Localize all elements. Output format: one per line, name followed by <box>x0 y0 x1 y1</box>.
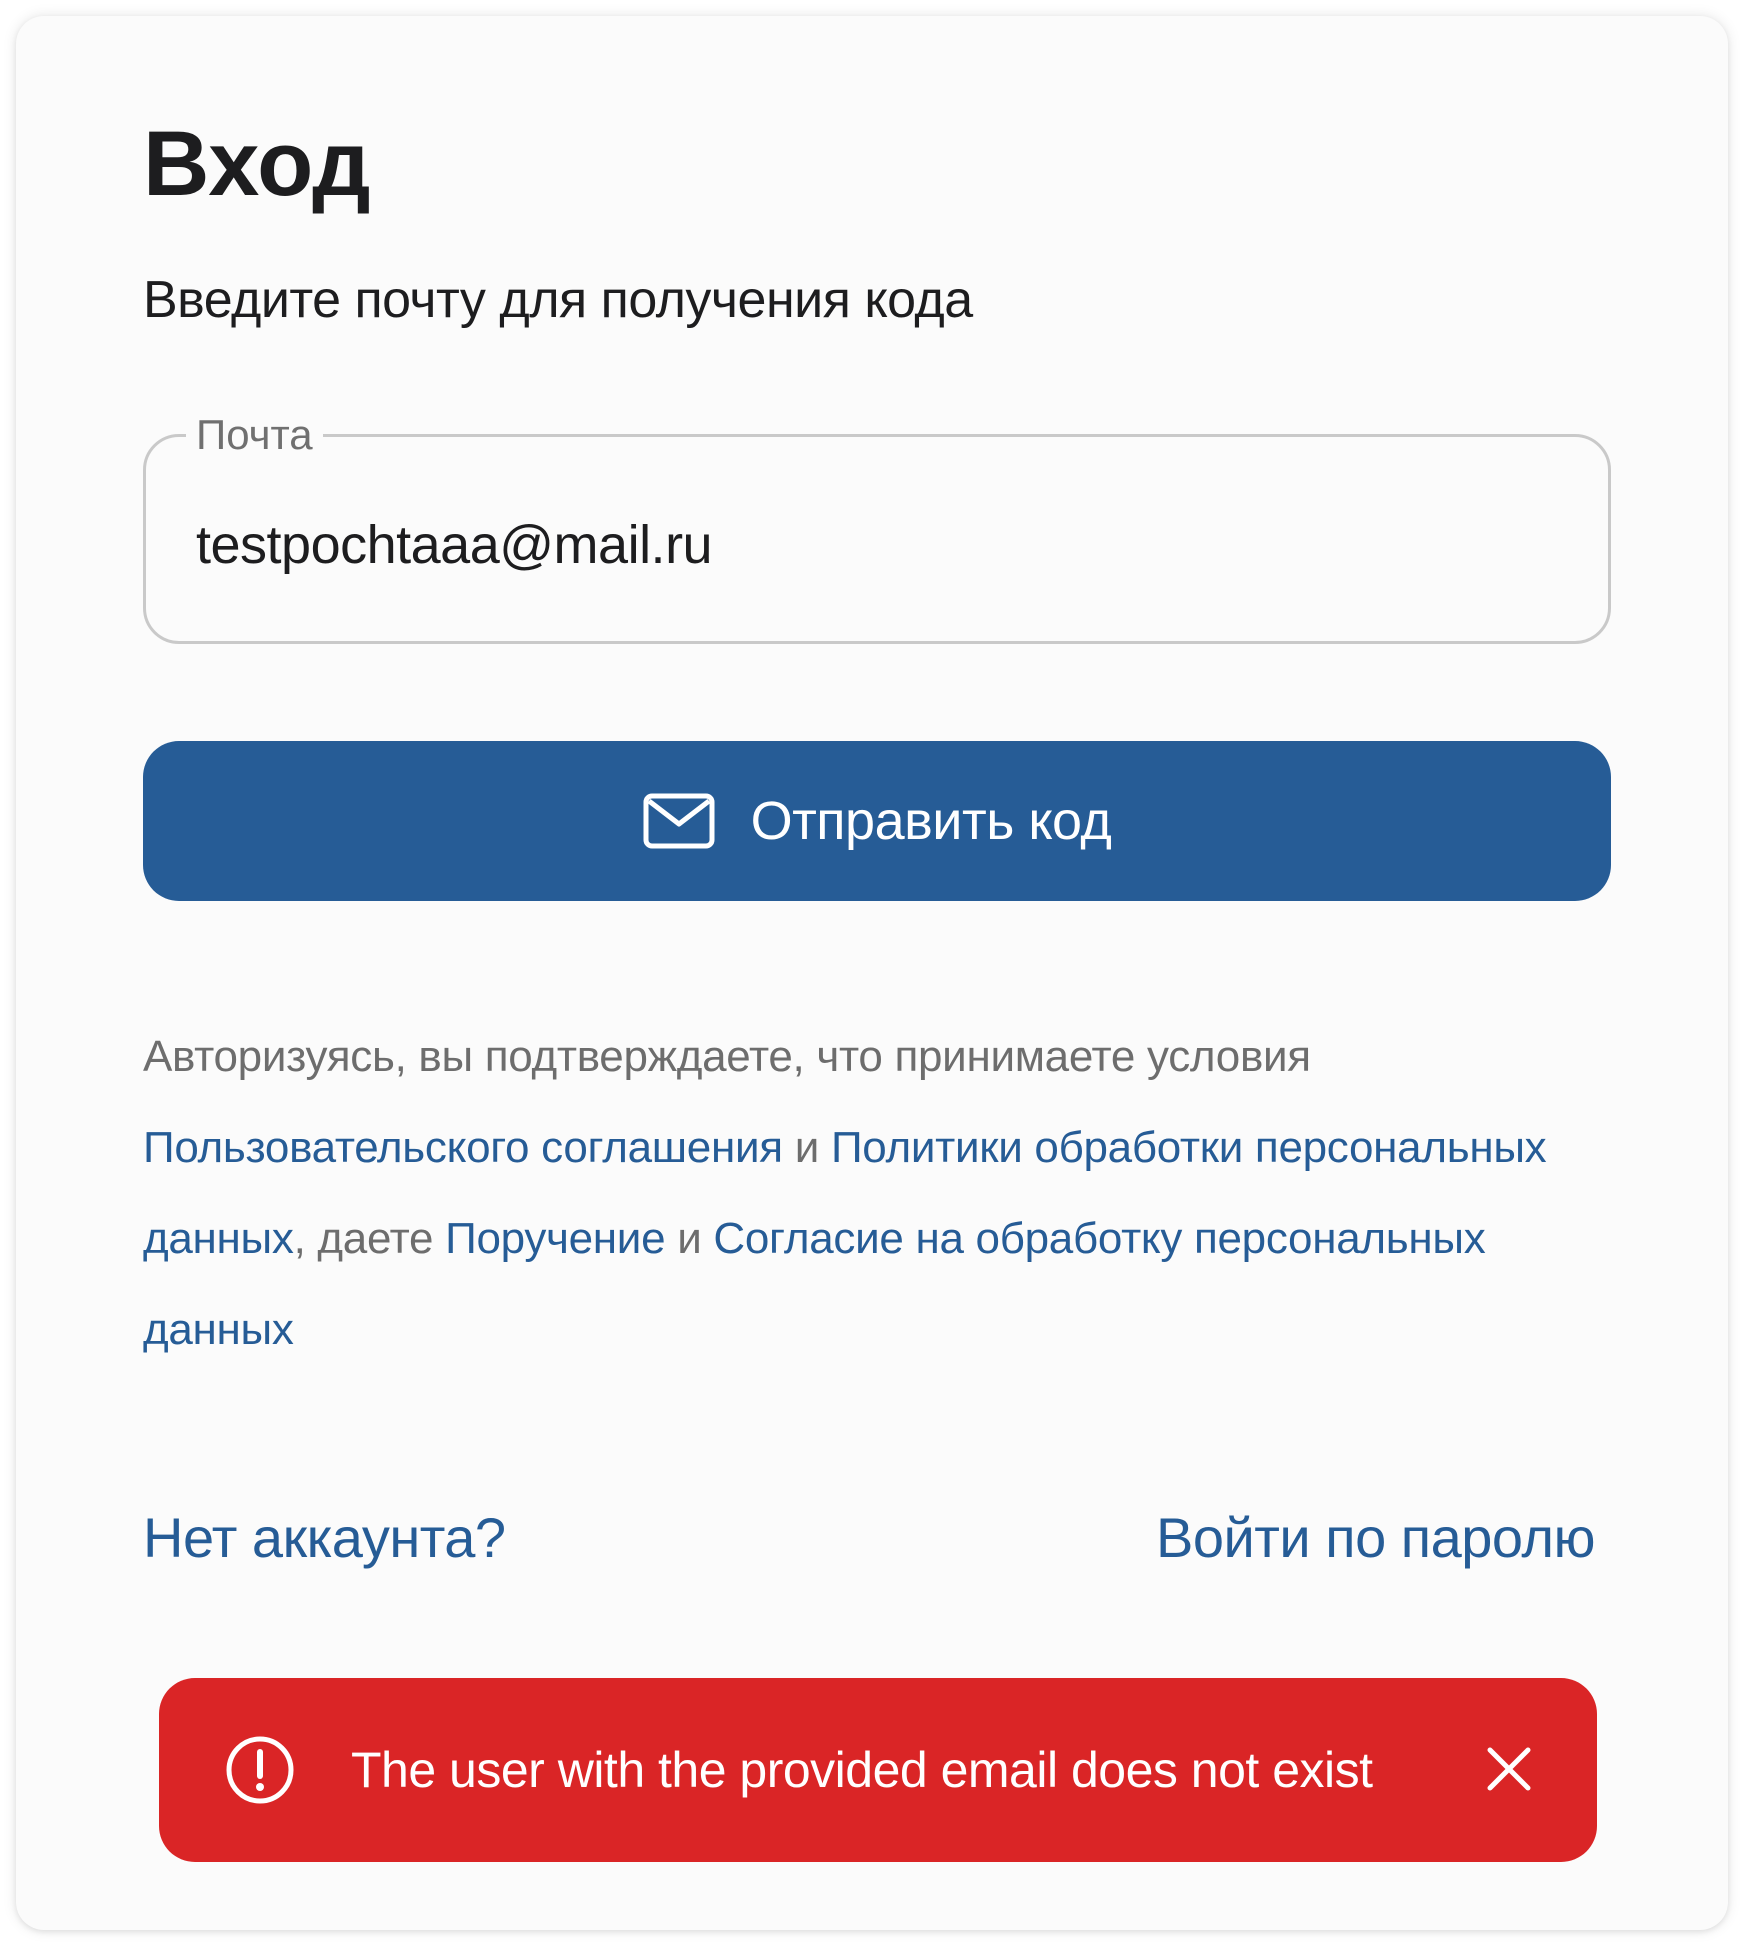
no-account-link[interactable]: Нет аккаунта? <box>143 1504 506 1572</box>
close-icon[interactable] <box>1485 1745 1533 1793</box>
terms-text: Авторизуясь, вы подтверждаете, что прини… <box>143 1032 1311 1081</box>
email-input[interactable] <box>196 509 1556 581</box>
error-toast: The user with the provided email does no… <box>159 1678 1597 1862</box>
email-field-label: Почта <box>186 407 323 463</box>
login-card: Вход Введите почту для получения кода По… <box>16 16 1728 1930</box>
mail-icon <box>643 793 715 849</box>
password-login-link[interactable]: Войти по паролю <box>1156 1504 1596 1572</box>
error-message: The user with the provided email does no… <box>351 1742 1373 1798</box>
email-field-container[interactable]: Почта <box>143 407 1611 644</box>
page-title: Вход <box>143 113 371 215</box>
user-agreement-link[interactable]: Пользовательского соглашения <box>143 1123 783 1172</box>
page-subtitle: Введите почту для получения кода <box>143 271 973 329</box>
instruction-link[interactable]: Поручение <box>445 1214 665 1263</box>
terms-text-give: , даете <box>293 1214 446 1263</box>
terms-notice: Авторизуясь, вы подтверждаете, что прини… <box>143 1011 1623 1375</box>
terms-text-and-2: и <box>665 1214 714 1263</box>
alert-circle-icon <box>225 1735 295 1805</box>
terms-text-and: и <box>782 1123 831 1172</box>
send-code-label: Отправить код <box>750 791 1112 851</box>
send-code-button[interactable]: Отправить код <box>143 741 1611 901</box>
